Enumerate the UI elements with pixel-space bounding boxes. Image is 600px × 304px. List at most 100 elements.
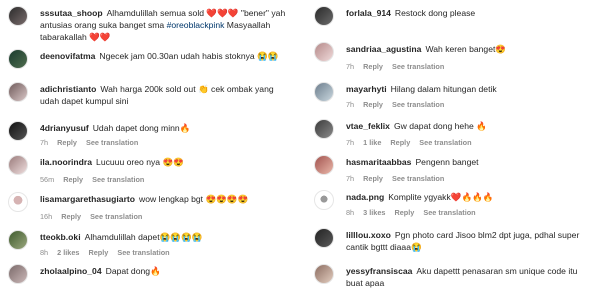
hashtag-link[interactable]: #oreoblackpink bbox=[167, 20, 225, 30]
username[interactable]: mayarhyti bbox=[346, 84, 387, 94]
avatar[interactable] bbox=[314, 155, 334, 175]
username[interactable]: lisamargarethasugiarto bbox=[40, 194, 135, 204]
see-translation-button[interactable]: See translation bbox=[392, 174, 444, 183]
see-translation-button[interactable]: See translation bbox=[117, 248, 169, 257]
comment-meta: 7h Reply See translation bbox=[40, 138, 147, 147]
comment-meta: 56m Reply See translation bbox=[40, 175, 153, 184]
reply-button[interactable]: Reply bbox=[363, 174, 383, 183]
avatar[interactable] bbox=[314, 119, 334, 139]
comment: lisamargarethasugiarto wow lengkap bgt 😍😍… bbox=[0, 192, 290, 224]
comment-meta: 7h Reply See translation bbox=[346, 174, 453, 183]
comment-body: hasmaritaabbas Pengenn banget bbox=[346, 156, 590, 168]
comment-text: Alhamdulillah dapet😭😭😭😭 bbox=[84, 232, 203, 242]
comment-meta: 7h Reply See translation bbox=[346, 100, 453, 109]
avatar[interactable] bbox=[8, 6, 28, 26]
comment: nada.png Komplite ygyakk❤️🔥🔥🔥 8h 3 likes Re… bbox=[300, 190, 590, 222]
username[interactable]: nada.png bbox=[346, 192, 384, 202]
comment-body: adichristianto Wah harga 200k sold out 👏 … bbox=[40, 83, 290, 107]
avatar[interactable] bbox=[314, 190, 334, 210]
comment-body: forlala_914 Restock dong please bbox=[346, 7, 590, 19]
reply-button[interactable]: Reply bbox=[61, 212, 81, 221]
comment: deenovifatma Ngecek jam 00.30an udah habi… bbox=[0, 49, 290, 79]
timestamp: 16h bbox=[40, 212, 53, 221]
username[interactable]: lilllou.xoxo bbox=[346, 230, 391, 240]
comment: lilllou.xoxo Pgn photo card Jisoo blm2 dp… bbox=[300, 228, 590, 262]
reply-button[interactable]: Reply bbox=[363, 62, 383, 71]
like-count[interactable]: 2 likes bbox=[57, 248, 79, 257]
comment: zholaalpino_04 Dapat dong🔥 bbox=[0, 264, 290, 290]
comment-text: Restock dong please bbox=[394, 8, 476, 18]
comment-text: wow lengkap bgt 😍😍😍😍 bbox=[139, 194, 249, 204]
comment: vtae_feklix Gw dapat dong hehe 🔥 7h 1 like… bbox=[300, 119, 590, 149]
timestamp: 7h bbox=[346, 138, 355, 147]
avatar[interactable] bbox=[8, 230, 28, 250]
timestamp: 7h bbox=[346, 100, 355, 109]
username[interactable]: 4drianyusuf bbox=[40, 123, 89, 133]
username[interactable]: zholaalpino_04 bbox=[40, 266, 102, 276]
timestamp: 8h bbox=[40, 248, 49, 257]
avatar[interactable] bbox=[314, 42, 334, 62]
username[interactable]: vtae_feklix bbox=[346, 121, 390, 131]
reply-button[interactable]: Reply bbox=[63, 175, 83, 184]
comment-text: Ngecek jam 00.30an udah habis stoknya 😭😭 bbox=[99, 51, 279, 61]
avatar[interactable] bbox=[8, 82, 28, 102]
avatar[interactable] bbox=[8, 155, 28, 175]
see-translation-button[interactable]: See translation bbox=[419, 138, 471, 147]
comment: tteokb.oki Alhamdulillah dapet😭😭😭😭 8h 2 li… bbox=[0, 230, 290, 260]
comment: adichristianto Wah harga 200k sold out 👏 … bbox=[0, 82, 290, 116]
comment-text: Udah dapet dong minn🔥 bbox=[92, 123, 191, 133]
username[interactable]: deenovifatma bbox=[40, 51, 95, 61]
comment-body: ila.noorindra Lucuuu oreo nya 😍😍 bbox=[40, 156, 290, 168]
username[interactable]: forlala_914 bbox=[346, 8, 391, 18]
username[interactable]: sandriaa_agustina bbox=[346, 44, 421, 54]
see-translation-button[interactable]: See translation bbox=[392, 100, 444, 109]
timestamp: 7h bbox=[346, 62, 355, 71]
avatar[interactable] bbox=[314, 264, 334, 284]
avatar[interactable] bbox=[8, 264, 28, 284]
like-count[interactable]: 3 likes bbox=[363, 208, 385, 217]
comment-text: Wah keren banget😍 bbox=[425, 44, 507, 54]
comment-body: mayarhyti Hilang dalam hitungan detik bbox=[346, 83, 590, 95]
comment-text: Gw dapat dong hehe 🔥 bbox=[393, 121, 487, 131]
see-translation-button[interactable]: See translation bbox=[423, 208, 475, 217]
avatar[interactable] bbox=[8, 49, 28, 69]
avatar[interactable] bbox=[314, 82, 334, 102]
comment-body: yessyfransiscaa Aku dapettt penasaran sm … bbox=[346, 265, 586, 289]
comment-meta: 7h 1 like Reply See translation bbox=[346, 138, 481, 147]
username[interactable]: sssutaa_shoop bbox=[40, 8, 103, 18]
reply-button[interactable]: Reply bbox=[363, 100, 383, 109]
username[interactable]: ila.noorindra bbox=[40, 157, 92, 167]
see-translation-button[interactable]: See translation bbox=[86, 138, 138, 147]
comment: yessyfransiscaa Aku dapettt penasaran sm … bbox=[300, 264, 590, 298]
comment-body: zholaalpino_04 Dapat dong🔥 bbox=[40, 265, 290, 277]
reply-button[interactable]: Reply bbox=[57, 138, 77, 147]
avatar[interactable] bbox=[8, 121, 28, 141]
comment-meta: 16h Reply See translation bbox=[40, 212, 151, 221]
username[interactable]: tteokb.oki bbox=[40, 232, 81, 242]
comment: forlala_914 Restock dong please bbox=[300, 6, 590, 32]
comments-screenshot: sssutaa_shoop Alhamdulillah semua sold ❤️… bbox=[0, 0, 600, 304]
username[interactable]: hasmaritaabbas bbox=[346, 157, 411, 167]
comment-meta: 8h 3 likes Reply See translation bbox=[346, 208, 485, 217]
comment-body: deenovifatma Ngecek jam 00.30an udah habi… bbox=[40, 50, 290, 62]
avatar[interactable] bbox=[8, 192, 28, 212]
username[interactable]: adichristianto bbox=[40, 84, 96, 94]
comment-text: Lucuuu oreo nya 😍😍 bbox=[96, 157, 184, 167]
see-translation-button[interactable]: See translation bbox=[392, 62, 444, 71]
comment-meta: 8h 2 likes Reply See translation bbox=[40, 248, 179, 257]
comment-body: lilllou.xoxo Pgn photo card Jisoo blm2 dp… bbox=[346, 229, 586, 253]
comment: hasmaritaabbas Pengenn banget 7h Reply See … bbox=[300, 155, 590, 185]
comment-body: tteokb.oki Alhamdulillah dapet😭😭😭😭 bbox=[40, 231, 290, 243]
username[interactable]: yessyfransiscaa bbox=[346, 266, 412, 276]
comment-text: Dapat dong🔥 bbox=[105, 266, 161, 276]
reply-button[interactable]: Reply bbox=[88, 248, 108, 257]
see-translation-button[interactable]: See translation bbox=[92, 175, 144, 184]
reply-button[interactable]: Reply bbox=[390, 138, 410, 147]
avatar[interactable] bbox=[314, 6, 334, 26]
reply-button[interactable]: Reply bbox=[394, 208, 414, 217]
comment: sssutaa_shoop Alhamdulillah semua sold ❤️… bbox=[0, 6, 290, 44]
comment-body: vtae_feklix Gw dapat dong hehe 🔥 bbox=[346, 120, 590, 132]
see-translation-button[interactable]: See translation bbox=[90, 212, 142, 221]
like-count[interactable]: 1 like bbox=[363, 138, 381, 147]
avatar[interactable] bbox=[314, 228, 334, 248]
